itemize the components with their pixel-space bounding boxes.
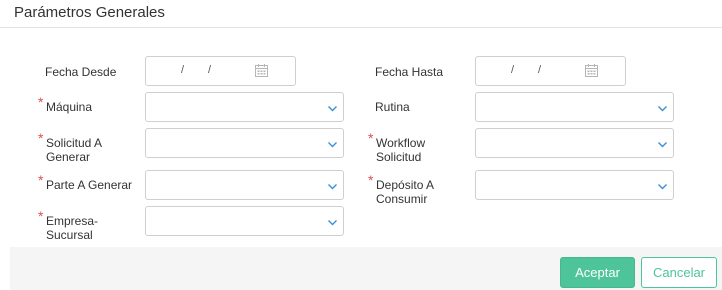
chevron-down-icon <box>328 184 337 190</box>
calendar-icon[interactable] <box>255 64 268 77</box>
empresa-label-line1: Empresa- <box>46 214 99 228</box>
chevron-down-icon <box>658 142 667 148</box>
parametros-dialog: Parámetros Generales Fecha Desde / / Fec… <box>0 0 722 290</box>
maquina-select[interactable] <box>145 92 344 122</box>
rutina-label: Rutina <box>375 100 410 114</box>
deposito-label-line1: Depósito A <box>376 178 435 192</box>
rutina-select[interactable] <box>475 92 674 122</box>
solicitud-label-line2: Generar <box>46 150 91 164</box>
parte-a-generar-select[interactable] <box>145 170 344 200</box>
date-separator: / <box>181 64 185 76</box>
empresa-sucursal-select[interactable] <box>145 206 344 236</box>
solicitud-label-line1: Solicitud A <box>46 136 103 150</box>
chevron-down-icon <box>328 142 337 148</box>
chevron-down-icon <box>658 106 667 112</box>
aceptar-button[interactable]: Aceptar <box>560 257 635 288</box>
chevron-down-icon <box>328 220 337 226</box>
dialog-title: Parámetros Generales <box>14 4 165 21</box>
required-marker: * <box>38 208 44 224</box>
cancelar-button[interactable]: Cancelar <box>641 257 717 288</box>
dialog-header: Parámetros Generales <box>0 0 722 28</box>
required-marker: * <box>368 130 374 146</box>
maquina-label: Máquina <box>46 100 93 114</box>
fecha-desde-input[interactable]: / / <box>145 56 296 86</box>
required-marker: * <box>38 172 44 188</box>
calendar-icon[interactable] <box>585 64 598 77</box>
deposito-a-consumir-select[interactable] <box>475 170 674 200</box>
deposito-label-line2: Consumir <box>376 192 428 206</box>
solicitud-a-generar-select[interactable] <box>145 128 344 158</box>
date-separator: / <box>511 64 515 76</box>
workflow-label-line1: Workflow <box>376 136 426 150</box>
fecha-desde-label: Fecha Desde <box>45 65 117 79</box>
date-separator: / <box>538 64 542 76</box>
workflow-label-line2: Solicitud <box>376 150 422 164</box>
required-marker: * <box>368 172 374 188</box>
empresa-label-line2: Sucursal <box>46 228 93 242</box>
chevron-down-icon <box>328 106 337 112</box>
date-separator: / <box>208 64 212 76</box>
workflow-solicitud-select[interactable] <box>475 128 674 158</box>
parte-a-generar-label: Parte A Generar <box>46 178 133 192</box>
fecha-hasta-input[interactable]: / / <box>475 56 626 86</box>
required-marker: * <box>38 94 44 110</box>
fecha-hasta-label: Fecha Hasta <box>375 65 444 79</box>
required-marker: * <box>38 130 44 146</box>
chevron-down-icon <box>658 184 667 190</box>
